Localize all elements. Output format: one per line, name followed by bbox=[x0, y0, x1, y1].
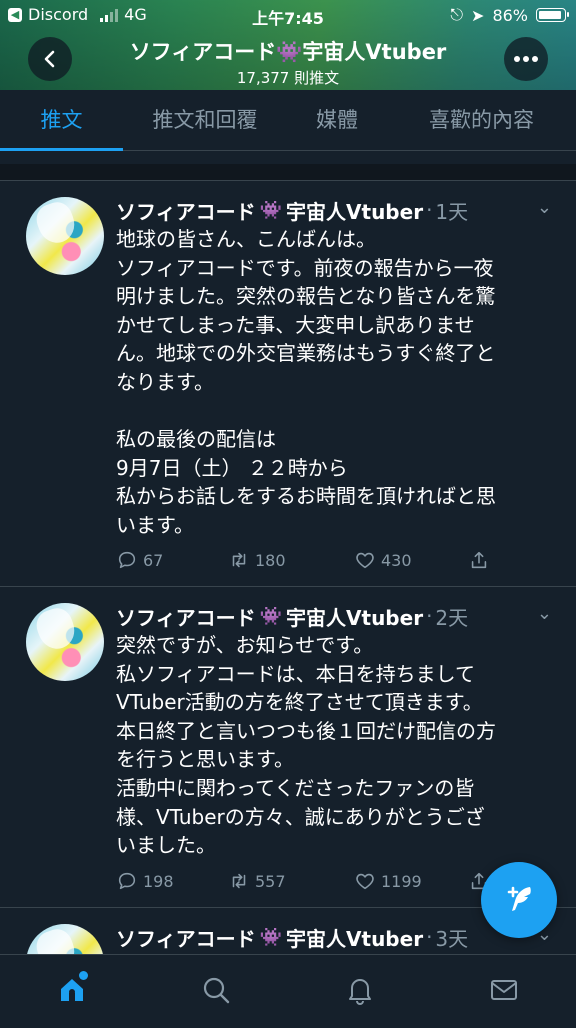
compose-tweet-button[interactable] bbox=[481, 862, 557, 938]
share-button[interactable] bbox=[468, 549, 490, 571]
heart-icon bbox=[356, 552, 374, 569]
messages-envelope-icon bbox=[491, 980, 517, 1000]
tweet-timestamp: 2天 bbox=[435, 605, 469, 630]
tweet-count: 17,377 則推文 bbox=[236, 69, 340, 87]
location-icon: ➤ bbox=[471, 5, 485, 25]
chevron-down-icon[interactable]: ⌄ bbox=[537, 197, 552, 218]
reply-icon bbox=[118, 551, 136, 569]
alien-monster-icon: 👾 bbox=[259, 199, 283, 221]
search-icon bbox=[203, 977, 230, 1004]
profile-tabs: 推文 推文和回覆 媒體 喜歡的內容 bbox=[0, 90, 576, 151]
retweet-count: 180 bbox=[255, 550, 286, 570]
profile-title: ソフィアコード👾宇宙人Vtuber 17,377 則推文 bbox=[90, 36, 486, 88]
tweet-timestamp: 3天 bbox=[435, 926, 469, 951]
new-content-dot bbox=[79, 971, 88, 980]
separator-dot: · bbox=[426, 198, 433, 222]
separator-dot: · bbox=[426, 925, 433, 949]
status-right: ⎋ ➤ 86% bbox=[450, 5, 569, 25]
retweet-count: 557 bbox=[255, 871, 286, 891]
tweet-header: ソフィアコード 👾 宇宙人Vtuber · 3天 ⌄ bbox=[116, 922, 556, 952]
tweet[interactable]: ソフィアコード 👾 宇宙人Vtuber · 1天 ⌄ 地球の皆さん、こんばんは。… bbox=[0, 181, 576, 587]
reply-button[interactable]: 198 bbox=[116, 870, 228, 892]
more-options-button[interactable] bbox=[504, 37, 548, 81]
heart-icon bbox=[356, 873, 374, 890]
tab-tweets-and-replies[interactable]: 推文和回覆 bbox=[123, 90, 287, 150]
tab-media[interactable]: 媒體 bbox=[287, 90, 387, 150]
retweet-icon bbox=[232, 552, 246, 568]
more-horizontal-icon bbox=[514, 56, 538, 62]
status-bar: ◀ Discord 4G 上午7:45 ⎋ ➤ 86% bbox=[0, 0, 576, 30]
nav-home[interactable] bbox=[42, 965, 102, 1015]
avatar[interactable] bbox=[26, 197, 104, 275]
like-count: 1199 bbox=[381, 871, 422, 891]
reply-count: 198 bbox=[143, 871, 174, 891]
share-icon bbox=[471, 551, 487, 569]
alien-monster-icon: 👾 bbox=[259, 926, 283, 948]
like-button[interactable]: 1199 bbox=[354, 870, 468, 892]
tweet-header: ソフィアコード 👾 宇宙人Vtuber · 1天 ⌄ bbox=[116, 195, 556, 225]
tweet-text: 地球の皆さん、こんばんは。 ソフィアコードです。前夜の報告から一夜 明けました。… bbox=[116, 227, 496, 537]
like-count: 430 bbox=[381, 550, 412, 570]
reply-icon bbox=[118, 872, 136, 890]
tweet-author-name-suffix[interactable]: 宇宙人Vtuber bbox=[286, 602, 423, 631]
section-divider bbox=[0, 164, 576, 181]
retweet-button[interactable]: 557 bbox=[228, 870, 354, 892]
chevron-left-icon bbox=[44, 50, 55, 68]
tweet-timestamp: 1天 bbox=[435, 199, 469, 224]
nav-messages[interactable] bbox=[474, 965, 534, 1015]
retweet-button[interactable]: 180 bbox=[228, 549, 354, 571]
bottom-navigation bbox=[0, 954, 576, 1025]
tweet-author-name-suffix[interactable]: 宇宙人Vtuber bbox=[286, 196, 423, 225]
battery-percent: 86% bbox=[492, 5, 528, 25]
retweet-icon bbox=[232, 873, 246, 889]
tweet-author-name-suffix[interactable]: 宇宙人Vtuber bbox=[286, 923, 423, 952]
orientation-lock-icon: ⎋ bbox=[450, 5, 464, 24]
back-button[interactable] bbox=[28, 37, 72, 81]
tab-likes[interactable]: 喜歡的內容 bbox=[387, 90, 576, 150]
tweet-header: ソフィアコード 👾 宇宙人Vtuber · 2天 ⌄ bbox=[116, 601, 556, 631]
like-button[interactable]: 430 bbox=[354, 549, 468, 571]
profile-header: ◀ Discord 4G 上午7:45 ⎋ ➤ 86% ソフィアコード👾宇宙人V… bbox=[0, 0, 576, 90]
nav-search[interactable] bbox=[186, 965, 246, 1015]
profile-name: ソフィアコード👾宇宙人Vtuber bbox=[129, 40, 447, 64]
tweet-actions: 67 180 430 bbox=[116, 549, 556, 571]
reply-count: 67 bbox=[143, 550, 164, 570]
tweet-author-name[interactable]: ソフィアコード bbox=[116, 196, 256, 225]
tweet-text: 突然ですが、お知らせです。 私ソフィアコードは、本日を持ちまして VTuber活… bbox=[116, 633, 496, 858]
tab-tweets[interactable]: 推文 bbox=[0, 90, 123, 151]
separator-dot: · bbox=[426, 604, 433, 628]
tweet[interactable]: ソフィアコード 👾 宇宙人Vtuber · 2天 ⌄ 突然ですが、お知らせです。… bbox=[0, 587, 576, 908]
reply-button[interactable]: 67 bbox=[116, 549, 228, 571]
nav-notifications[interactable] bbox=[330, 965, 390, 1015]
battery-icon bbox=[536, 8, 569, 22]
alien-monster-icon: 👾 bbox=[259, 605, 283, 627]
tweet-author-name[interactable]: ソフィアコード bbox=[116, 923, 256, 952]
chevron-down-icon[interactable]: ⌄ bbox=[537, 603, 552, 624]
avatar[interactable] bbox=[26, 603, 104, 681]
notifications-bell-icon bbox=[349, 979, 371, 1005]
tweet-author-name[interactable]: ソフィアコード bbox=[116, 602, 256, 631]
compose-tweet-icon bbox=[507, 886, 531, 911]
